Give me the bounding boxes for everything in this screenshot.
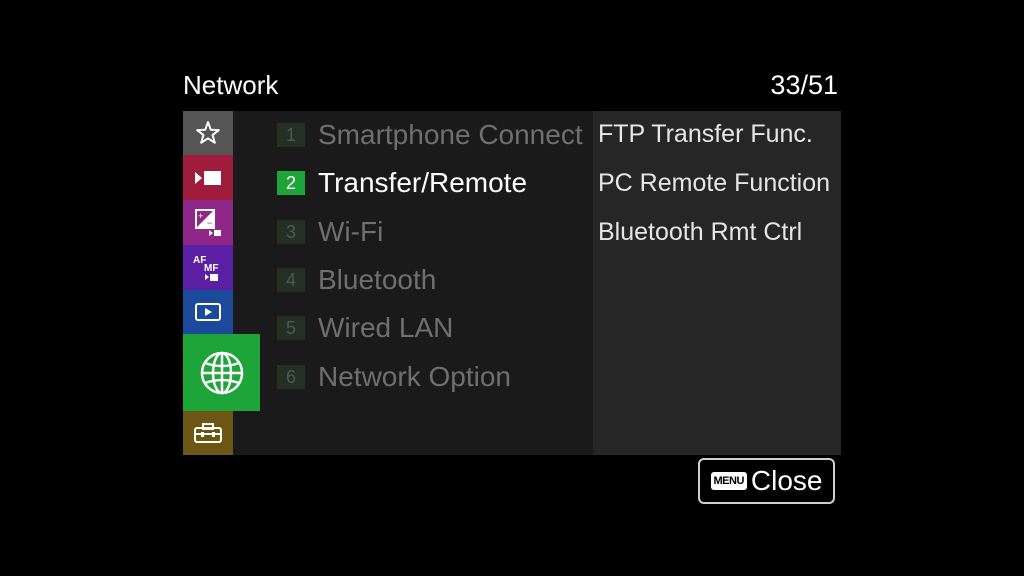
- close-button[interactable]: MENU Close: [698, 458, 835, 504]
- menu-item-number: 1: [277, 123, 305, 147]
- tab-focus[interactable]: AF MF: [183, 245, 233, 290]
- tab-setup[interactable]: [183, 411, 233, 455]
- camera-menu-screen: Network 33/51 + − AF MF 1 Smartphone Con…: [0, 0, 1024, 576]
- menu-item-label: Smartphone Connect: [318, 119, 583, 150]
- menu-key-icon: MENU: [710, 472, 747, 490]
- category-sidebar: + − AF MF: [183, 111, 260, 455]
- playback-icon: [194, 302, 222, 322]
- menu-item-label: Wired LAN: [318, 312, 454, 343]
- menu-item-smartphone-connect[interactable]: 1 Smartphone Connect: [277, 115, 583, 155]
- camera-movie-icon: [193, 168, 223, 188]
- tab-playback[interactable]: [183, 290, 233, 334]
- submenu-item-bluetooth-remote[interactable]: Bluetooth Rmt Ctrl: [598, 218, 802, 247]
- tab-exposure-color[interactable]: + −: [183, 200, 233, 245]
- menu-item-wired-lan[interactable]: 5 Wired LAN: [277, 308, 453, 348]
- menu-item-label: Network Option: [318, 361, 511, 392]
- menu-item-number: 6: [277, 365, 305, 389]
- tab-network[interactable]: [183, 334, 260, 411]
- submenu-panel: FTP Transfer Func. PC Remote Function Bl…: [593, 111, 841, 455]
- menu-item-bluetooth[interactable]: 4 Bluetooth: [277, 260, 436, 300]
- menu-item-label: Transfer/Remote: [318, 167, 528, 198]
- tab-shooting[interactable]: [183, 155, 233, 200]
- submenu-item-ftp-transfer[interactable]: FTP Transfer Func.: [598, 120, 813, 149]
- menu-item-label: Bluetooth: [318, 264, 437, 295]
- menu-item-number: 3: [277, 220, 305, 244]
- svg-text:+: +: [198, 211, 203, 221]
- menu-item-transfer-remote[interactable]: 2 Transfer/Remote: [277, 163, 527, 203]
- globe-icon: [199, 350, 245, 396]
- af-mf-icon: AF MF: [192, 252, 224, 284]
- menu-item-label: Wi-Fi: [318, 216, 384, 247]
- svg-text:MF: MF: [204, 263, 218, 274]
- star-icon: [195, 120, 221, 146]
- menu-item-number: 5: [277, 316, 305, 340]
- close-label: Close: [750, 465, 823, 496]
- menu-item-number: 4: [277, 268, 305, 292]
- menu-item-number: 2: [277, 171, 305, 195]
- menu-item-network-option[interactable]: 6 Network Option: [277, 357, 511, 397]
- exposure-icon: + −: [194, 208, 222, 238]
- submenu-item-pc-remote[interactable]: PC Remote Function: [598, 169, 830, 198]
- menu-item-wifi[interactable]: 3 Wi-Fi: [277, 212, 383, 252]
- svg-text:−: −: [207, 218, 212, 228]
- toolbox-icon: [193, 422, 223, 444]
- page-title: Network: [183, 70, 279, 100]
- tab-favorites[interactable]: [183, 111, 233, 155]
- page-counter: 33/51: [770, 70, 838, 100]
